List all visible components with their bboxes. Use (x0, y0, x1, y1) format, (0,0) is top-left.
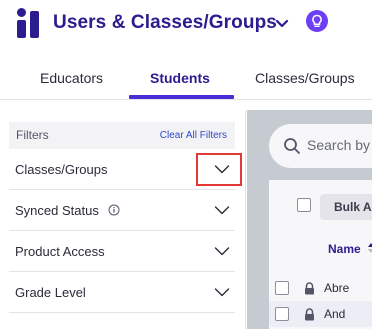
page-title[interactable]: Users & Classes/Groups (53, 12, 277, 34)
filter-label: Product Access (15, 244, 105, 259)
filter-label: Synced Status (15, 203, 99, 218)
chevron-down-icon[interactable] (214, 203, 230, 217)
filter-product-access[interactable]: Product Access (9, 231, 235, 272)
filter-label: Grade Level (15, 285, 86, 300)
tab-bar: Educators Students Classes/Groups (0, 60, 372, 100)
filter-synced-status[interactable]: Synced Status (9, 190, 235, 231)
chevron-down-icon[interactable] (272, 13, 292, 33)
tab-students[interactable]: Students (150, 70, 210, 86)
search-placeholder: Search by (307, 137, 371, 153)
info-icon[interactable] (108, 204, 120, 216)
highlight-box (196, 153, 242, 186)
bulk-actions-label: Bulk A (334, 200, 372, 214)
table-row[interactable]: And (269, 301, 372, 327)
search-input[interactable]: Search by (269, 124, 372, 168)
filters-header: Filters Clear All Filters (9, 122, 235, 149)
students-table: Bulk A Name Abre And (269, 180, 372, 329)
lock-icon (305, 282, 314, 295)
chevron-down-icon[interactable] (214, 244, 230, 258)
row-checkbox[interactable] (275, 281, 289, 295)
sort-icon[interactable] (367, 242, 372, 254)
name-column-header[interactable]: Name (328, 242, 361, 256)
student-name[interactable]: Abre (324, 281, 349, 295)
active-tab-indicator (129, 95, 234, 99)
clear-all-filters-link[interactable]: Clear All Filters (160, 130, 227, 141)
row-checkbox[interactable] (275, 307, 289, 321)
app-header: Users & Classes/Groups (0, 0, 372, 50)
tab-educators[interactable]: Educators (40, 70, 103, 86)
filter-grade-level[interactable]: Grade Level (9, 272, 235, 313)
bulk-actions-button[interactable]: Bulk A (320, 194, 372, 220)
filter-label: Classes/Groups (15, 162, 108, 177)
select-all-checkbox[interactable] (297, 198, 311, 212)
chevron-down-icon[interactable] (214, 285, 230, 299)
filters-title: Filters (16, 128, 49, 142)
student-name[interactable]: And (324, 307, 345, 321)
main-content: Search by Bulk A Name Abre And (247, 110, 372, 329)
lightbulb-icon[interactable] (306, 10, 328, 32)
table-row[interactable]: Abre (269, 275, 372, 301)
filters-panel: Filters Clear All Filters Classes/Groups… (0, 110, 246, 329)
search-icon (284, 138, 300, 154)
app-logo (17, 8, 41, 38)
tab-classes-groups[interactable]: Classes/Groups (255, 70, 355, 86)
lock-icon (305, 308, 314, 321)
